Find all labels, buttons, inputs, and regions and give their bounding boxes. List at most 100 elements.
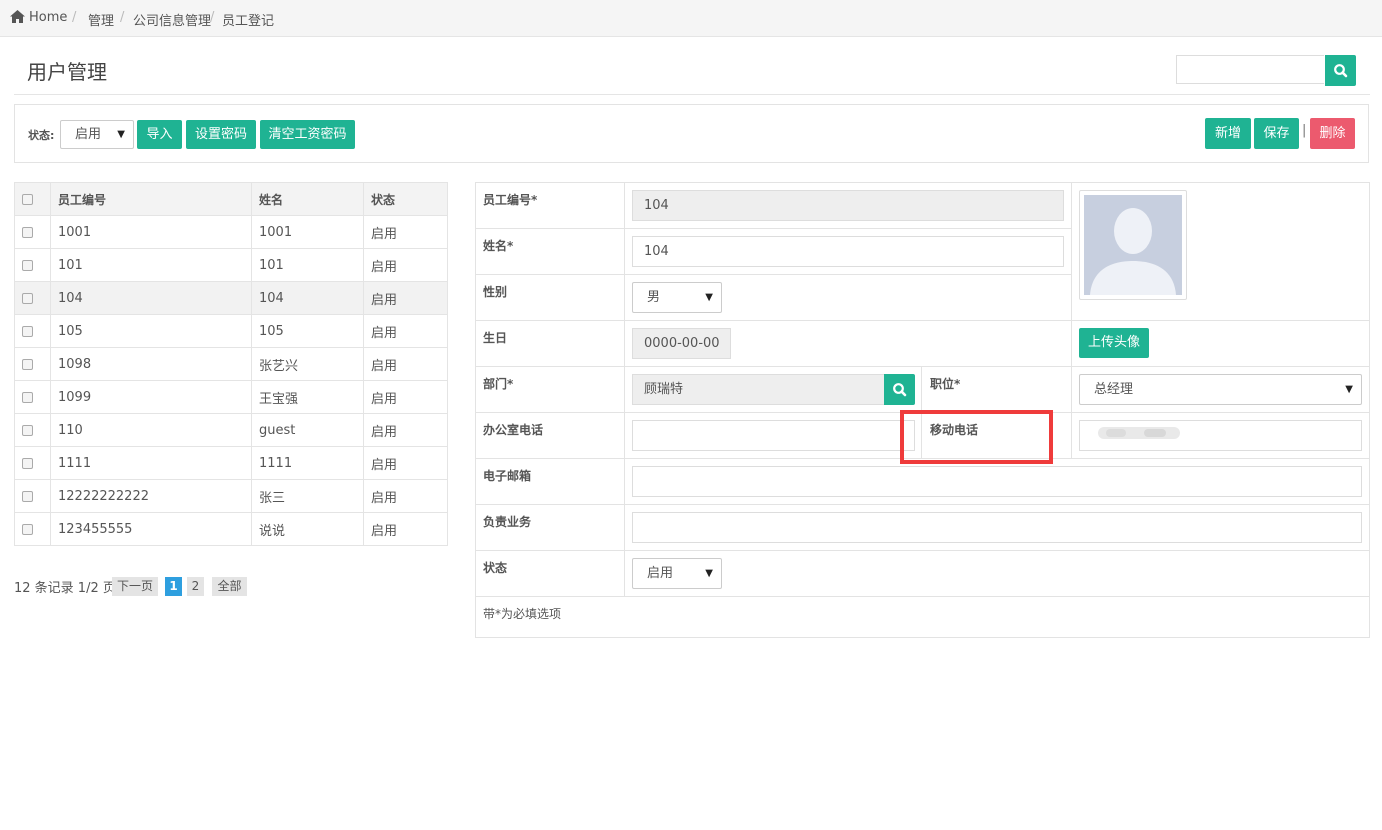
row-checkbox[interactable] <box>22 490 33 502</box>
table-row[interactable]: 1001 1001 启用 <box>14 215 448 249</box>
breadcrumb-home[interactable]: Home <box>29 10 67 25</box>
title-divider <box>14 94 1370 95</box>
delete-button[interactable]: 删除 <box>1310 118 1355 149</box>
row-checkbox[interactable] <box>22 358 33 370</box>
pager-next[interactable]: 下一页 <box>112 577 158 596</box>
form-row-divider <box>475 274 1072 275</box>
name-label: 姓名* <box>483 239 514 253</box>
cell-status: 启用 <box>363 380 448 414</box>
add-button[interactable]: 新增 <box>1205 118 1251 149</box>
search-button[interactable] <box>1325 55 1356 86</box>
gender-value: 男 <box>647 290 661 305</box>
row-checkbox[interactable] <box>22 292 33 304</box>
table-row[interactable]: 104 104 启用 <box>14 281 448 315</box>
required-note: 带*为必填选项 <box>483 607 562 621</box>
cell-id: 1111 <box>50 446 252 480</box>
table-row[interactable]: 1099 王宝强 启用 <box>14 380 448 414</box>
highlight-box <box>900 410 1053 464</box>
cell-id: 110 <box>50 413 252 447</box>
caret-down-icon: ▼ <box>117 129 125 140</box>
cell-id: 123455555 <box>50 512 252 546</box>
select-all-checkbox-cell[interactable] <box>14 182 51 216</box>
table-row[interactable]: 101 101 启用 <box>14 248 448 282</box>
table-header-row: 员工编号 姓名 状态 <box>14 182 448 216</box>
clear-salary-password-button[interactable]: 清空工资密码 <box>260 120 355 149</box>
dept-label: 部门* <box>483 377 514 391</box>
row-checkbox[interactable] <box>22 457 33 469</box>
toolbar-divider: | <box>1302 123 1307 138</box>
header-status[interactable]: 状态 <box>363 182 448 216</box>
cell-name: 104 <box>251 281 364 315</box>
row-checkbox[interactable] <box>22 523 33 535</box>
business-field[interactable] <box>632 512 1362 543</box>
cell-name: 王宝强 <box>251 380 364 414</box>
row-checkbox-cell[interactable] <box>14 347 51 381</box>
row-checkbox-cell[interactable] <box>14 314 51 348</box>
search-input[interactable] <box>1176 55 1324 84</box>
row-checkbox-cell[interactable] <box>14 479 51 513</box>
cell-name: 101 <box>251 248 364 282</box>
table-row[interactable]: 1098 张艺兴 启用 <box>14 347 448 381</box>
form-col-divider <box>1071 182 1072 458</box>
row-checkbox-cell[interactable] <box>14 281 51 315</box>
row-checkbox[interactable] <box>22 226 33 238</box>
row-checkbox-cell[interactable] <box>14 248 51 282</box>
row-checkbox[interactable] <box>22 259 33 271</box>
row-checkbox[interactable] <box>22 424 33 436</box>
pager-all[interactable]: 全部 <box>212 577 247 596</box>
pager-page-2[interactable]: 2 <box>187 577 204 596</box>
set-password-button[interactable]: 设置密码 <box>186 120 256 149</box>
header-name[interactable]: 姓名 <box>251 182 364 216</box>
form-row-divider <box>475 550 1370 551</box>
mobile-phone-blurred-value <box>1094 422 1188 444</box>
breadcrumb-separator: / <box>120 10 125 25</box>
row-checkbox[interactable] <box>22 325 33 337</box>
row-checkbox-cell[interactable] <box>14 512 51 546</box>
import-button[interactable]: 导入 <box>137 120 182 149</box>
employee-table: 员工编号 姓名 状态 1001 1001 启用 101 101 启用 104 104 启用 105… <box>14 182 448 546</box>
gender-select[interactable]: 男 ▼ <box>632 282 722 313</box>
form-row-divider <box>475 596 1370 597</box>
page-title: 用户管理 <box>27 60 107 84</box>
pager-info: 12 条记录 1/2 页 <box>14 581 116 596</box>
dept-search-button[interactable] <box>884 374 915 405</box>
upload-avatar-button[interactable]: 上传头像 <box>1079 328 1149 358</box>
breadcrumb-item-manage[interactable]: 管理 <box>88 10 114 29</box>
breadcrumb: Home / 管理 / 公司信息管理 / 员工登记 <box>0 0 1382 37</box>
row-checkbox-cell[interactable] <box>14 380 51 414</box>
save-button[interactable]: 保存 <box>1254 118 1299 149</box>
home-icon[interactable] <box>9 9 26 28</box>
position-select[interactable]: 总经理 ▼ <box>1079 374 1362 405</box>
office-phone-field[interactable] <box>632 420 915 451</box>
select-all-checkbox[interactable] <box>22 194 33 205</box>
form-status-value: 启用 <box>647 566 674 581</box>
birthday-field[interactable]: 0000-00-00 <box>632 328 731 359</box>
dept-field[interactable]: 顾瑞特 <box>632 374 885 405</box>
cell-status: 启用 <box>363 248 448 282</box>
row-checkbox-cell[interactable] <box>14 446 51 480</box>
row-checkbox-cell[interactable] <box>14 215 51 249</box>
table-row[interactable]: 123455555 说说 启用 <box>14 512 448 546</box>
toolbar-status-select[interactable]: 启用 ▼ <box>60 120 134 149</box>
cell-id: 1098 <box>50 347 252 381</box>
form-row-divider <box>475 504 1370 505</box>
search-icon <box>893 383 907 397</box>
breadcrumb-item-employee-register[interactable]: 员工登记 <box>222 10 274 29</box>
row-checkbox[interactable] <box>22 391 33 403</box>
header-emp-id[interactable]: 员工编号 <box>50 182 252 216</box>
table-row[interactable]: 110 guest 启用 <box>14 413 448 447</box>
table-row[interactable]: 12222222222 张三 启用 <box>14 479 448 513</box>
name-field[interactable]: 104 <box>632 236 1064 267</box>
table-row[interactable]: 1111 1111 启用 <box>14 446 448 480</box>
table-row[interactable]: 105 105 启用 <box>14 314 448 348</box>
form-status-select[interactable]: 启用 ▼ <box>632 558 722 589</box>
pager-page-1[interactable]: 1 <box>165 577 182 596</box>
position-label: 职位* <box>930 377 961 391</box>
breadcrumb-item-company-info[interactable]: 公司信息管理 <box>133 10 211 29</box>
emp-id-field[interactable]: 104 <box>632 190 1064 221</box>
cell-name: 张三 <box>251 479 364 513</box>
business-label: 负责业务 <box>483 515 532 529</box>
row-checkbox-cell[interactable] <box>14 413 51 447</box>
email-field[interactable] <box>632 466 1362 497</box>
cell-id: 1001 <box>50 215 252 249</box>
